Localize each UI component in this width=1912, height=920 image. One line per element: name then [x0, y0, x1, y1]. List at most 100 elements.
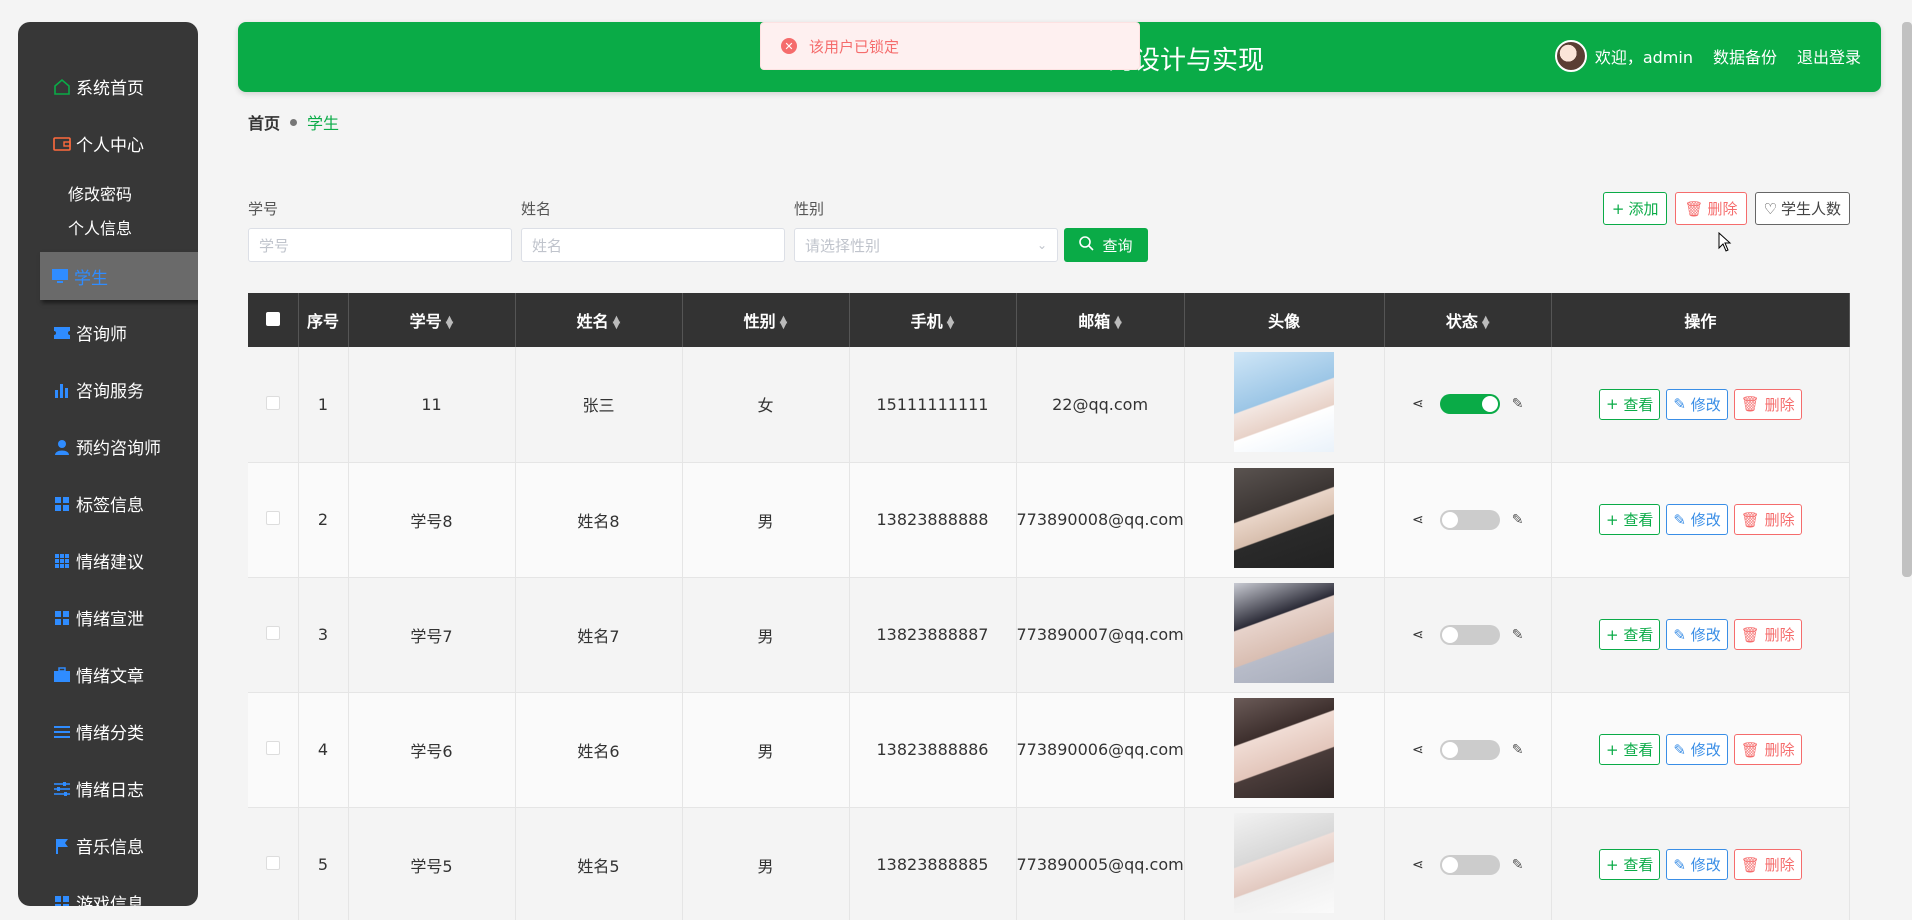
sidebar-item-counseling-service[interactable]: 咨询服务 — [18, 361, 198, 418]
delete-button[interactable]: 🗑 删除 — [1733, 388, 1802, 420]
share-icon[interactable]: ⋖ — [1412, 396, 1424, 412]
sidebar-item-music[interactable]: 音乐信息 — [18, 817, 198, 874]
pen-icon[interactable]: ✎ — [1512, 396, 1524, 412]
status-toggle[interactable] — [1439, 394, 1500, 415]
sidebar-item-emotion-category[interactable]: 情绪分类 — [18, 703, 198, 760]
delete-label: 删除 — [1764, 626, 1795, 644]
view-button[interactable]: + 查看 — [1599, 619, 1661, 650]
sort-icon[interactable]: ▲ ▼ — [1114, 314, 1122, 330]
search-icon — [1079, 235, 1095, 255]
edit-button[interactable]: ✎ 修改 — [1666, 504, 1728, 535]
col-gender[interactable]: 性别 ▲ ▼ — [682, 293, 850, 347]
sidebar-item-games[interactable]: 游戏信息 — [18, 874, 198, 906]
table-row: 4 学号6 姓名6 男 13823888886 773890006@qq.com… — [248, 692, 1851, 808]
view-button[interactable]: + 查看 — [1599, 504, 1661, 535]
edit-button[interactable]: ✎ 修改 — [1666, 849, 1728, 880]
share-icon[interactable]: ⋖ — [1412, 627, 1424, 643]
select-all-checkbox[interactable] — [265, 311, 280, 326]
breadcrumb-home[interactable]: 首页 — [248, 110, 280, 134]
user-icon — [52, 437, 72, 457]
share-icon[interactable]: ⋖ — [1412, 512, 1424, 528]
student-avatar-image[interactable] — [1234, 697, 1335, 798]
select-all-cell[interactable] — [248, 293, 299, 347]
row-checkbox[interactable] — [265, 741, 280, 755]
col-xuehao[interactable]: 学号 ▲ ▼ — [348, 293, 516, 347]
sort-icon[interactable]: ▲ ▼ — [446, 314, 454, 330]
view-button[interactable]: + 查看 — [1599, 849, 1661, 880]
student-count-button[interactable]: ♡ 学生人数 — [1754, 192, 1850, 225]
edit-button[interactable]: ✎ 修改 — [1666, 619, 1728, 650]
status-toggle[interactable] — [1439, 509, 1500, 530]
student-avatar-image[interactable] — [1234, 352, 1335, 453]
row-select-cell[interactable] — [248, 577, 299, 693]
row-checkbox[interactable] — [265, 856, 280, 870]
sort-icon[interactable]: ▲ ▼ — [613, 314, 621, 330]
row-select-cell[interactable] — [248, 807, 299, 920]
xuehao-input[interactable]: 学号 — [248, 228, 512, 262]
edit-label: 修改 — [1690, 626, 1721, 644]
pen-icon[interactable]: ✎ — [1512, 512, 1524, 528]
student-avatar-image[interactable] — [1234, 812, 1335, 913]
pen-icon[interactable]: ✎ — [1512, 627, 1524, 643]
sidebar-item-personal-info[interactable]: 个人信息 — [18, 210, 198, 244]
delete-button[interactable]: 🗑 删除 — [1733, 849, 1802, 880]
share-icon[interactable]: ⋖ — [1412, 742, 1424, 758]
delete-button[interactable]: 🗑 删除 — [1733, 619, 1802, 650]
mouse-cursor — [1718, 232, 1732, 252]
sidebar-item-counselor[interactable]: 咨询师 — [18, 304, 198, 361]
sidebar-item-student[interactable]: 学生 — [40, 252, 198, 300]
view-button[interactable]: + 查看 — [1599, 734, 1661, 765]
col-name[interactable]: 姓名 ▲ ▼ — [515, 293, 683, 347]
pen-icon[interactable]: ✎ — [1512, 742, 1524, 758]
row-select-cell[interactable] — [248, 692, 299, 808]
welcome-text: 欢迎，admin — [1594, 48, 1693, 67]
logout-link[interactable]: 退出登录 — [1797, 44, 1861, 68]
row-checkbox[interactable] — [265, 511, 280, 525]
sidebar-item-change-password[interactable]: 修改密码 — [18, 176, 198, 210]
name-input[interactable]: 姓名 — [521, 228, 785, 262]
share-icon[interactable]: ⋖ — [1412, 857, 1424, 873]
status-toggle[interactable] — [1439, 624, 1500, 645]
sidebar-item-emotion-log[interactable]: 情绪日志 — [18, 760, 198, 817]
status-toggle[interactable] — [1439, 739, 1500, 760]
cell-gender: 女 — [682, 347, 850, 463]
sort-icon[interactable]: ▲ ▼ — [1482, 314, 1490, 330]
sidebar-item-booking[interactable]: 预约咨询师 — [18, 418, 198, 475]
backup-link[interactable]: 数据备份 — [1713, 44, 1777, 68]
sort-icon[interactable]: ▲ ▼ — [947, 314, 955, 330]
sidebar-item-home[interactable]: 系统首页 — [18, 58, 198, 115]
col-email[interactable]: 邮箱 ▲ ▼ — [1016, 293, 1185, 347]
row-checkbox[interactable] — [265, 626, 280, 640]
row-checkbox[interactable] — [265, 395, 280, 410]
sort-icon[interactable]: ▲ ▼ — [780, 314, 788, 330]
sidebar-item-emotion-release[interactable]: 情绪宣泄 — [18, 589, 198, 646]
sidebar-item-emotion-articles[interactable]: 情绪文章 — [18, 646, 198, 703]
view-button[interactable]: + 查看 — [1599, 388, 1661, 420]
view-label: 查看 — [1623, 395, 1654, 414]
student-avatar-image[interactable] — [1234, 467, 1335, 568]
col-phone[interactable]: 手机 ▲ ▼ — [849, 293, 1017, 347]
row-select-cell[interactable] — [248, 347, 299, 463]
row-select-cell[interactable] — [248, 462, 299, 578]
page-scrollbar[interactable] — [1902, 22, 1912, 577]
edit-button[interactable]: ✎ 修改 — [1666, 734, 1728, 765]
status-toggle[interactable] — [1439, 854, 1500, 875]
query-button[interactable]: 查询 — [1064, 228, 1148, 262]
pen-icon[interactable]: ✎ — [1512, 857, 1524, 873]
edit-button[interactable]: ✎ 修改 — [1666, 388, 1728, 420]
delete-button[interactable]: 🗑 删除 — [1733, 504, 1802, 535]
gender-select[interactable]: 请选择性别 ⌄ — [794, 228, 1058, 262]
cell-phone: 13823888885 — [849, 807, 1017, 920]
view-label: 查看 — [1623, 511, 1654, 529]
sidebar-item-emotion-advice[interactable]: 情绪建议 — [18, 532, 198, 589]
add-button[interactable]: + 添加 — [1602, 192, 1668, 225]
delete-button[interactable]: 🗑 删除 — [1733, 734, 1802, 765]
cell-avatar — [1184, 577, 1385, 693]
delete-label: 删除 — [1764, 395, 1795, 414]
col-status[interactable]: 状态 ▲ ▼ — [1384, 293, 1552, 347]
batch-delete-button[interactable]: 🗑 删除 — [1675, 192, 1747, 225]
sidebar-item-personal-center[interactable]: 个人中心 — [18, 115, 198, 172]
student-avatar-image[interactable] — [1234, 582, 1335, 683]
sidebar-item-tags[interactable]: 标签信息 — [18, 475, 198, 532]
cell-index: 5 — [298, 807, 349, 920]
